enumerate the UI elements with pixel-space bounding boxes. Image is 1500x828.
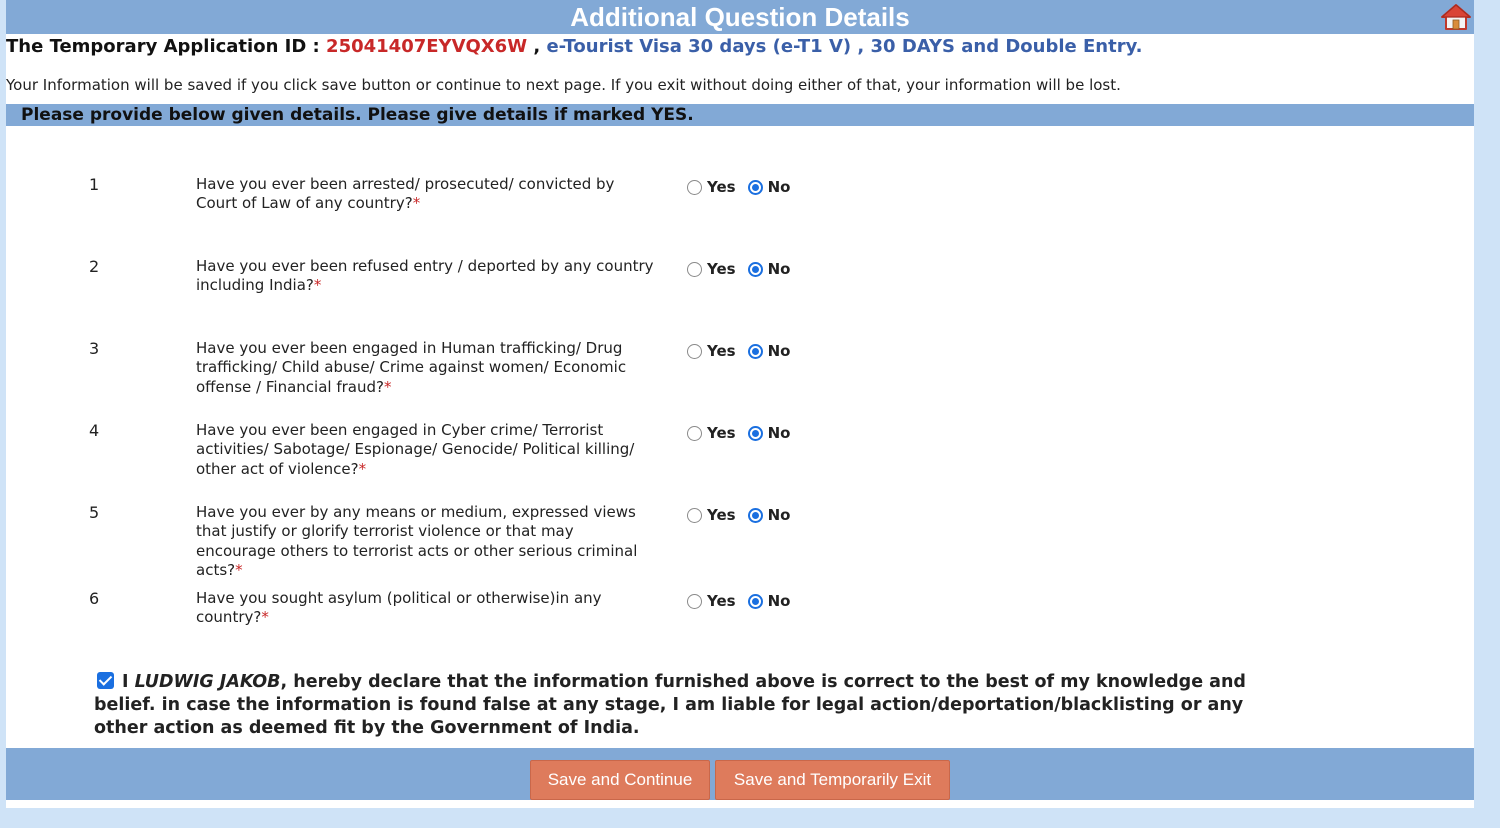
declaration-checkbox[interactable]	[97, 672, 114, 689]
no-radio[interactable]	[747, 179, 763, 195]
question-number: 3	[89, 339, 100, 358]
no-radio[interactable]	[747, 507, 763, 523]
yes-radio[interactable]	[687, 425, 702, 441]
no-label: No	[767, 592, 791, 610]
question-number: 1	[89, 175, 100, 194]
no-label: No	[767, 506, 791, 524]
save-info-text: Your Information will be saved if you cl…	[6, 76, 1121, 94]
question-number: 4	[89, 421, 100, 440]
footer-action-bar: Save and Continue Save and Temporarily E…	[6, 748, 1474, 800]
visa-type: e-Tourist Visa 30 days (e-T1 V)	[546, 36, 852, 57]
yes-radio[interactable]	[687, 179, 702, 195]
answer-radio-group: Yes No	[687, 505, 790, 525]
answer-radio-group: Yes No	[687, 423, 790, 443]
declaration: I LUDWIG JAKOB, hereby declare that the …	[94, 671, 1284, 740]
application-id-value: 25041407EYVQX6W	[326, 36, 528, 57]
title-bar: Additional Question Details	[6, 0, 1474, 34]
answer-radio-group: Yes No	[687, 591, 790, 611]
separator: ,	[857, 36, 865, 57]
required-marker: *	[235, 560, 243, 579]
question-text: Have you ever been engaged in Human traf…	[196, 339, 627, 396]
required-marker: *	[261, 608, 269, 627]
required-marker: *	[313, 276, 322, 295]
yes-label: Yes	[707, 506, 736, 524]
no-radio[interactable]	[747, 261, 763, 277]
home-icon[interactable]	[1440, 3, 1472, 31]
no-radio[interactable]	[747, 343, 763, 359]
visa-duration: 30 DAYS and Double Entry.	[870, 36, 1143, 57]
yes-label: Yes	[707, 260, 736, 278]
application-id-line: The Temporary Application ID : 25041407E…	[6, 34, 1143, 60]
yes-radio[interactable]	[687, 261, 702, 277]
answer-radio-group: Yes No	[687, 177, 790, 197]
question-text: Have you ever been arrested/ prosecuted/…	[196, 175, 615, 213]
yes-label: Yes	[707, 342, 736, 360]
answer-radio-group: Yes No	[687, 259, 790, 279]
applicant-name: LUDWIG JAKOB	[134, 672, 281, 692]
required-marker: *	[358, 459, 367, 478]
no-label: No	[767, 342, 791, 360]
section-header: Please provide below given details. Plea…	[6, 104, 1474, 126]
question-text: Have you sought asylum (political or oth…	[196, 589, 602, 627]
save-and-temporarily-exit-button[interactable]: Save and Temporarily Exit	[715, 760, 950, 800]
yes-radio[interactable]	[687, 343, 702, 359]
required-marker: *	[383, 377, 392, 396]
question-number: 6	[89, 589, 100, 608]
application-form-page: Additional Question Details The Temporar…	[6, 0, 1474, 808]
yes-label: Yes	[707, 424, 736, 442]
no-label: No	[767, 178, 791, 196]
save-and-continue-button[interactable]: Save and Continue	[530, 760, 710, 800]
yes-radio[interactable]	[687, 507, 702, 523]
yes-label: Yes	[707, 178, 736, 196]
question-number: 5	[89, 503, 100, 522]
page-title: Additional Question Details	[570, 2, 910, 32]
yes-label: Yes	[707, 592, 736, 610]
question-text: Have you ever by any means or medium, ex…	[196, 503, 638, 579]
required-marker: *	[412, 194, 421, 213]
question-number: 2	[89, 257, 100, 276]
declaration-prefix: I	[122, 672, 129, 692]
question-text: Have you ever been engaged in Cyber crim…	[196, 421, 635, 478]
no-radio[interactable]	[747, 593, 763, 609]
application-id-label: The Temporary Application ID :	[6, 36, 320, 57]
no-label: No	[767, 260, 791, 278]
question-text: Have you ever been refused entry / depor…	[196, 257, 654, 295]
no-radio[interactable]	[747, 425, 763, 441]
answer-radio-group: Yes No	[687, 341, 790, 361]
separator: ,	[533, 36, 541, 57]
yes-radio[interactable]	[687, 593, 702, 609]
no-label: No	[767, 424, 791, 442]
